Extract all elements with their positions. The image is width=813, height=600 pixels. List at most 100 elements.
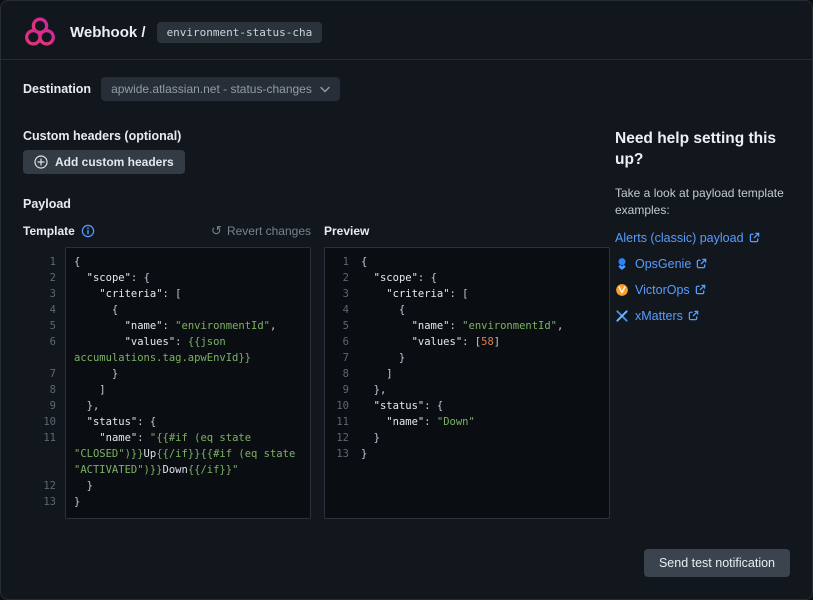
line-number: 8 (325, 366, 349, 382)
code-line: "criteria": [ (361, 286, 605, 302)
line-number: 10 (325, 398, 349, 414)
line-number: 9 (325, 382, 349, 398)
template-editor[interactable]: 12345678910111213 { "scope": { "criteria… (31, 247, 311, 519)
link-alerts-classic-payload[interactable]: Alerts (classic) payload (615, 231, 760, 245)
info-icon[interactable] (81, 224, 95, 238)
help-link-row: Alerts (classic) payload (615, 228, 799, 247)
help-title: Need help setting this up? (615, 128, 799, 170)
external-link-icon (696, 258, 707, 269)
code-line: } (361, 350, 605, 366)
preview-code-area: { "scope": { "criteria": [ { "name": "en… (357, 248, 609, 518)
template-header: Template ↺ Revert changes (23, 224, 311, 238)
code-line: }, (74, 398, 302, 414)
code-line: "ACTIVATED")}}Down{{/if}}" (74, 462, 302, 478)
line-number: 11 (325, 414, 349, 430)
template-label: Template (23, 224, 75, 238)
template-code-area[interactable]: { "scope": { "criteria": [ { "name": "en… (65, 247, 311, 519)
header: Webhook / environment-status-cha (21, 13, 322, 51)
line-number: 2 (31, 270, 56, 286)
line-number: 3 (31, 286, 56, 302)
code-line: "name": "environmentId", (74, 318, 302, 334)
code-line: "scope": { (361, 270, 605, 286)
line-number: 9 (31, 398, 56, 414)
code-line: } (361, 446, 605, 462)
line-number: 4 (31, 302, 56, 318)
preview-editor: 12345678910111213 { "scope": { "criteria… (324, 247, 610, 519)
code-line: { (361, 302, 605, 318)
link-label: Alerts (classic) payload (615, 231, 744, 245)
line-number: 5 (325, 318, 349, 334)
code-line: "name": "Down" (361, 414, 605, 430)
line-number: 12 (325, 430, 349, 446)
line-number: 13 (325, 446, 349, 462)
add-custom-headers-button[interactable]: Add custom headers (23, 150, 185, 174)
line-number: 1 (31, 254, 56, 270)
code-line: "scope": { (74, 270, 302, 286)
webhook-logo-icon (21, 13, 59, 51)
line-number: 10 (31, 414, 56, 430)
line-number: 5 (31, 318, 56, 334)
code-line: { (74, 302, 302, 318)
code-line: } (74, 366, 302, 382)
plus-circle-icon (34, 155, 48, 169)
code-line: }, (361, 382, 605, 398)
link-label: xMatters (635, 309, 683, 323)
code-line: ] (74, 382, 302, 398)
opsgenie-icon (615, 257, 629, 271)
code-line: "CLOSED")}}Up{{/if}}{{#if (eq state (74, 446, 302, 462)
preview-label: Preview (324, 224, 369, 238)
line-number: 6 (31, 334, 56, 350)
help-link-row: xMatters (615, 306, 799, 325)
code-line: "name": "environmentId", (361, 318, 605, 334)
external-link-icon (695, 284, 706, 295)
revert-icon: ↺ (211, 225, 222, 237)
victorops-icon (615, 283, 629, 297)
line-number: 1 (325, 254, 349, 270)
line-number (31, 350, 56, 366)
code-line: { (361, 254, 605, 270)
header-divider (1, 59, 812, 60)
help-link-row: OpsGenie (615, 254, 799, 273)
code-line: "criteria": [ (74, 286, 302, 302)
help-subtitle: Take a look at payload template examples… (615, 185, 799, 219)
code-line: } (74, 478, 302, 494)
link-victorops[interactable]: VictorOps (635, 283, 706, 297)
send-test-notification-button[interactable]: Send test notification (644, 549, 790, 577)
line-number: 8 (31, 382, 56, 398)
external-link-icon (688, 310, 699, 321)
line-number: 13 (31, 494, 56, 510)
destination-label: Destination (23, 82, 91, 96)
line-number (31, 446, 56, 462)
preview-line-numbers: 12345678910111213 (325, 248, 357, 518)
destination-value: apwide.atlassian.net - status-changes (111, 82, 312, 96)
code-line: "status": { (361, 398, 605, 414)
line-number: 11 (31, 430, 56, 446)
help-link-row: VictorOps (615, 280, 799, 299)
template-line-numbers: 12345678910111213 (31, 247, 65, 519)
custom-headers-label: Custom headers (optional) (23, 129, 181, 143)
link-xmatters[interactable]: xMatters (635, 309, 699, 323)
code-line: } (74, 494, 302, 510)
link-opsgenie[interactable]: OpsGenie (635, 257, 707, 271)
line-number: 2 (325, 270, 349, 286)
payload-label: Payload (23, 197, 71, 211)
link-label: VictorOps (635, 283, 690, 297)
xmatters-icon (615, 309, 629, 323)
line-number: 3 (325, 286, 349, 302)
chevron-down-icon (320, 86, 330, 93)
help-panel: Need help setting this up? Take a look a… (615, 128, 799, 332)
code-line: "values": [58] (361, 334, 605, 350)
webhook-editor-window: Webhook / environment-status-cha Destina… (0, 0, 813, 600)
revert-changes-button[interactable]: ↺ Revert changes (211, 224, 311, 238)
page-title: Webhook / (70, 24, 146, 41)
webhook-name-badge: environment-status-cha (157, 22, 323, 43)
code-line: { (74, 254, 302, 270)
line-number (31, 462, 56, 478)
link-label: OpsGenie (635, 257, 691, 271)
add-custom-headers-label: Add custom headers (55, 155, 174, 169)
line-number: 7 (31, 366, 56, 382)
code-line: accumulations.tag.apwEnvId}} (74, 350, 302, 366)
line-number: 12 (31, 478, 56, 494)
code-line: "name": "{{#if (eq state (74, 430, 302, 446)
destination-select[interactable]: apwide.atlassian.net - status-changes (101, 77, 340, 101)
